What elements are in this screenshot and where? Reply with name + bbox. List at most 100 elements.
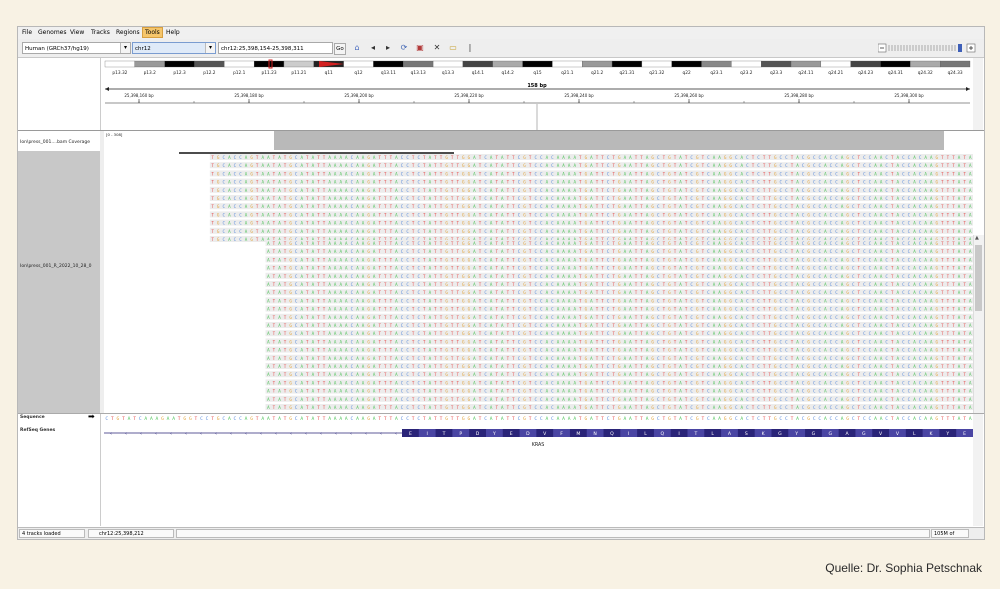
reference-base: A bbox=[156, 416, 159, 422]
read-row: TGCACCAGTAATATGCATATTAAAACAAGATTTACCTCTA… bbox=[209, 203, 973, 210]
ideogram-ruler[interactable]: p13.32 p13.2 p12.3 p12.2 p12.1 p11.23 p11.21 q1… bbox=[104, 58, 972, 130]
strand-arrow-icon[interactable]: ➡ bbox=[88, 412, 95, 421]
reference-base: A bbox=[913, 416, 916, 422]
reference-base: C bbox=[757, 416, 760, 422]
sequence-track-name[interactable]: Sequence bbox=[20, 415, 45, 420]
reference-base: A bbox=[562, 416, 565, 422]
reference-base: A bbox=[172, 416, 175, 422]
read-row: ATATGCATATTAAAACAAGATTTACCTCTATTGTTGGATC… bbox=[265, 363, 973, 369]
ideogram-band bbox=[462, 60, 493, 68]
reference-base: G bbox=[724, 416, 727, 422]
reference-base: T bbox=[378, 416, 381, 422]
popup-info-icon[interactable]: ▭ bbox=[447, 42, 459, 54]
chevron-down-icon[interactable]: ▾ bbox=[205, 43, 215, 53]
reference-base: C bbox=[802, 416, 805, 422]
reference-base: T bbox=[306, 416, 309, 422]
reference-base: G bbox=[117, 416, 120, 422]
menu-tracks[interactable]: Tracks bbox=[91, 29, 110, 36]
read-row: TGCACCAGTAATATGCATATTAAAACAAGATTTACCTCTA… bbox=[209, 186, 973, 193]
scrollbar-thumb[interactable] bbox=[975, 245, 982, 311]
reference-base: A bbox=[261, 416, 264, 422]
amino-acid: E bbox=[963, 431, 966, 437]
go-button[interactable]: Go bbox=[334, 43, 346, 55]
ideogram-band bbox=[194, 60, 225, 68]
amino-acid: D bbox=[476, 431, 480, 437]
amino-acid: F bbox=[560, 431, 563, 437]
read-row: ATATGCATATTAAAACAAGATTTACCTCTATTGTTGGATC… bbox=[265, 379, 973, 386]
feature-scrollbar[interactable] bbox=[973, 414, 983, 526]
region-icon[interactable]: ▣ bbox=[414, 42, 426, 54]
ideogram-band bbox=[492, 60, 523, 68]
strand-chevron-icon: ‹ bbox=[290, 431, 292, 437]
menu-view[interactable]: View bbox=[70, 29, 84, 36]
chevron-down-icon[interactable]: ▾ bbox=[120, 43, 130, 53]
ideogram-band-label: q23.3 bbox=[770, 70, 783, 76]
amino-acid: L bbox=[644, 431, 647, 437]
reference-base: A bbox=[874, 416, 877, 422]
menu-file[interactable]: File bbox=[22, 29, 32, 36]
menu-regions[interactable]: Regions bbox=[116, 29, 140, 36]
coverage-track-name[interactable]: Ion\press_001....bam Coverage bbox=[20, 140, 90, 145]
reference-base: A bbox=[334, 416, 337, 422]
locus-input[interactable]: chr12:25,398,154-25,398,311 bbox=[218, 42, 333, 54]
reference-base: C bbox=[690, 416, 693, 422]
reference-base: T bbox=[456, 416, 459, 422]
ideogram-band bbox=[850, 60, 881, 68]
strand-chevron-icon: ‹ bbox=[365, 431, 367, 437]
reference-base: A bbox=[128, 416, 131, 422]
refresh-icon[interactable]: ⟳ bbox=[398, 42, 410, 54]
zoom-slider[interactable] bbox=[878, 43, 976, 53]
reference-base: T bbox=[133, 416, 136, 422]
ruler-tick-label: 25,398,300 bp bbox=[894, 93, 924, 98]
menu-genomes[interactable]: Genomes bbox=[38, 29, 66, 36]
ideogram-band bbox=[224, 60, 255, 68]
sequence-gene-view[interactable]: CTGTATCAAAGAATGGTCCTGCACCAGTAATATGCATATT… bbox=[104, 414, 973, 454]
home-icon[interactable]: ⌂ bbox=[351, 42, 363, 54]
reference-base: T bbox=[273, 416, 276, 422]
menu-tools[interactable]: Tools bbox=[142, 27, 163, 38]
ruler-tick-label: 25,398,160 bp bbox=[124, 93, 154, 98]
amino-acid: Q bbox=[610, 431, 614, 437]
strand-chevron-icon: ‹ bbox=[110, 431, 112, 437]
menu-help[interactable]: Help bbox=[166, 29, 180, 36]
reference-base: C bbox=[295, 416, 298, 422]
reference-base: C bbox=[818, 416, 821, 422]
locus-value: chr12:25,398,154-25,398,311 bbox=[221, 46, 304, 52]
reference-base: A bbox=[144, 416, 147, 422]
amino-acid: I bbox=[628, 431, 629, 437]
amino-acid: L bbox=[913, 431, 916, 437]
reference-base: T bbox=[506, 416, 509, 422]
strand-chevron-icon: ‹ bbox=[320, 431, 322, 437]
reference-base: G bbox=[523, 416, 526, 422]
genome-select[interactable]: Human (GRCh37/hg19) ▾ bbox=[22, 42, 131, 54]
strand-chevron-icon: ‹ bbox=[275, 431, 277, 437]
reference-base: G bbox=[250, 416, 253, 422]
track-name-column: Ion\press_001....bam Coverage Ion\press_… bbox=[18, 131, 100, 413]
reference-base: T bbox=[284, 416, 287, 422]
reference-base: T bbox=[579, 416, 582, 422]
strand-chevron-icon: ‹ bbox=[155, 431, 157, 437]
back-icon[interactable]: ◂ bbox=[367, 42, 379, 54]
memory-status[interactable]: 105M of 132M bbox=[931, 529, 969, 538]
chromosome-select[interactable]: chr12 ▾ bbox=[132, 42, 216, 54]
reference-base: C bbox=[835, 416, 838, 422]
read-row: ATATGCATATTAAAACAAGATTTACCTCTATTGTTGGATC… bbox=[265, 338, 973, 345]
alignment-view[interactable]: [0 - 308] TGCACCAGTAATATGCATATTAAAACAAGA… bbox=[104, 131, 973, 413]
scroll-up-icon[interactable]: ▲ bbox=[975, 235, 979, 241]
ruler-tick-label: 25,398,260 bp bbox=[674, 93, 704, 98]
refseq-track-name[interactable]: RefSeq Genes bbox=[20, 428, 55, 433]
reference-base: C bbox=[869, 416, 872, 422]
reference-base: A bbox=[568, 416, 571, 422]
reference-base: G bbox=[935, 416, 938, 422]
ideogram-band bbox=[432, 60, 464, 68]
forward-icon[interactable]: ▸ bbox=[382, 42, 394, 54]
ruler-icon[interactable]: | bbox=[464, 42, 476, 54]
close-icon[interactable]: ✕ bbox=[431, 42, 443, 54]
gene-label[interactable]: KRAS bbox=[532, 442, 545, 448]
ruler-tick-label: 25,398,200 bp bbox=[344, 93, 374, 98]
strand-chevron-icon: ‹ bbox=[245, 431, 247, 437]
header-scrollbar[interactable] bbox=[973, 58, 983, 130]
ideogram-band-label: p12.1 bbox=[233, 70, 246, 76]
alignment-track-name[interactable]: Ion\press_001_R_2022_10_28_0 bbox=[20, 264, 92, 269]
ideogram-band-label: p13.32 bbox=[112, 70, 127, 76]
